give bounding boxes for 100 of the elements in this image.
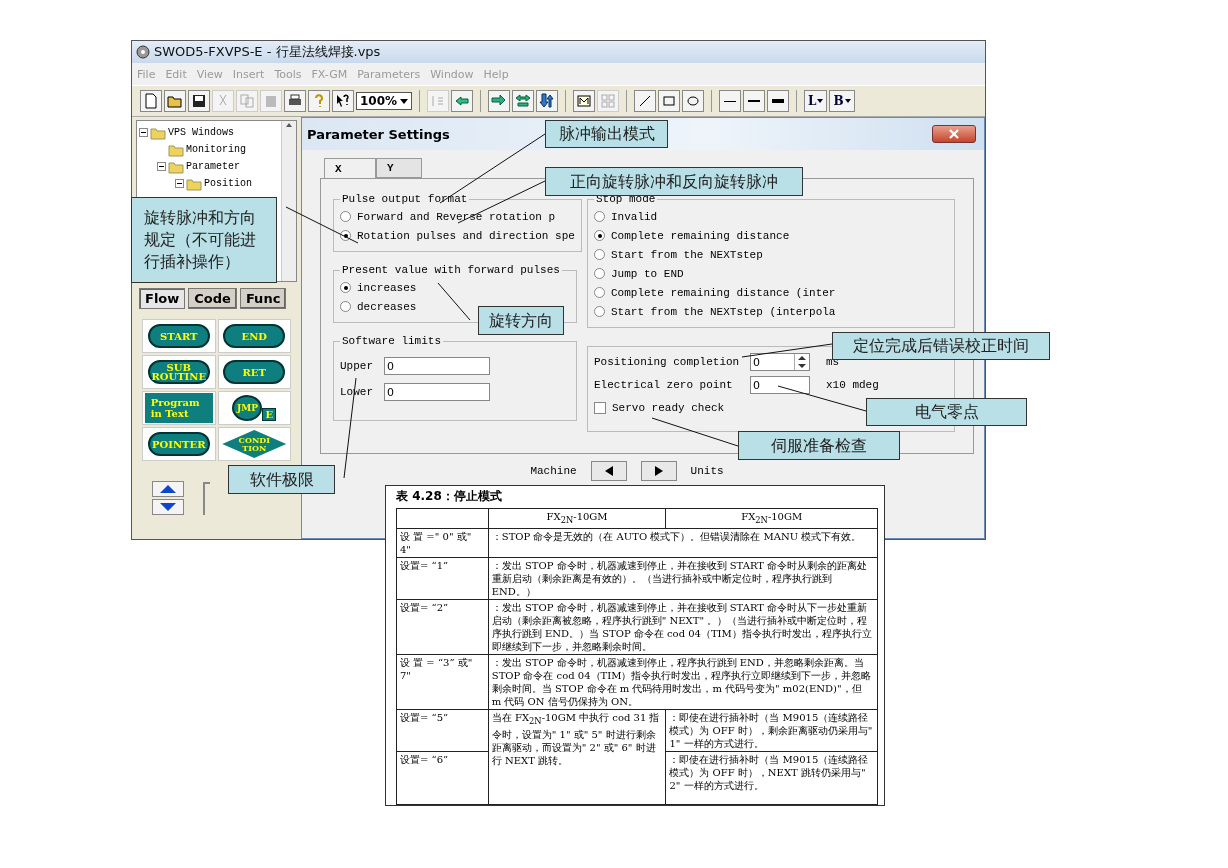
scroll-down-button[interactable] [152, 499, 184, 515]
tree-item[interactable]: Monitoring [186, 144, 246, 155]
paste-icon [263, 93, 279, 109]
folder-icon [150, 125, 166, 140]
line-tool-icon [637, 93, 653, 109]
toolbar-button[interactable] [767, 90, 789, 112]
axis-tab[interactable]: Y [376, 158, 422, 178]
previous-button[interactable] [590, 461, 627, 481]
collapse-icon[interactable] [157, 162, 166, 171]
toolbar-button[interactable] [536, 90, 558, 112]
flow-block[interactable]: END [223, 324, 286, 348]
fill-style-button[interactable]: B [829, 90, 855, 112]
toolbar-button[interactable] [284, 90, 306, 112]
callout-label: 脉冲输出模式 [545, 120, 668, 148]
table-cell: ：发出 STOP 命令时，机器减速到停止，并在接收到 START 命令时从下一步处重新启动（剩余距离被忽略，程序执行跳到" NEXT" 。）（当进行插补或中断定位时，程序执行跳到 END。）当 STOP 命令在 cod 04（TIM）指令执行时发出，程序执行立即继续到下一步，并忽略剩余时间。 [488, 599, 878, 655]
scroll-up-icon[interactable] [285, 121, 293, 129]
context-help-icon [335, 93, 351, 109]
monitor-icon [576, 93, 592, 109]
table-cell: 当在 FX$_{2N}$-10GM 中执行 cod 31 指令时，设置为" 1" 或" 5" 时进行剩余距离驱动，而设置为" 2" 或" 6" 时进行 NEXT 跳转。 [488, 709, 666, 805]
caret-icon [817, 98, 824, 104]
folder-icon [168, 142, 184, 157]
radio-option[interactable]: Start from the NEXTstep [594, 245, 763, 264]
callout-label: 正向旋转脉冲和反向旋转脉冲 [545, 167, 803, 196]
table-cell: 设置= “2” [396, 599, 489, 655]
table-header: FX$_{2N}$-10GM [665, 508, 878, 529]
toolbar-button[interactable] [332, 90, 354, 112]
leader-line [437, 282, 471, 321]
flow-block[interactable]: POINTER [147, 432, 210, 456]
flow-block[interactable]: START [147, 324, 210, 348]
checkbox-option[interactable]: Servo ready check [594, 398, 725, 417]
axis-tab[interactable]: X [324, 158, 376, 178]
group-label: Present value with forward pulses [341, 264, 561, 276]
field-label: Electrical zero point [594, 379, 734, 391]
app-icon [135, 44, 151, 60]
input-field[interactable]: 0 [384, 357, 490, 375]
flow-block[interactable]: Program in Text [144, 393, 213, 423]
zoom-dropdown[interactable]: 100% [356, 92, 412, 110]
radio-option[interactable]: Rotation pulses and direction spe [340, 226, 575, 245]
radio-option[interactable]: Start from the NEXTstep (interpola [594, 302, 836, 321]
radio-option[interactable]: Jump to END [594, 264, 684, 283]
window-title: SWOD5-FXVPS-E - 行星法线焊接.vps [154, 43, 381, 61]
field-label: Lower [340, 386, 374, 398]
group-label: Software limits [341, 335, 443, 347]
toolbar-button[interactable] [682, 90, 704, 112]
scrollbar[interactable] [281, 121, 296, 281]
palette-tab[interactable]: Code [188, 288, 237, 309]
close-button[interactable] [932, 125, 976, 143]
tree-item[interactable]: VPS Windows [168, 127, 234, 138]
flow-block[interactable]: CONDI TION [222, 430, 287, 458]
new-file-icon [143, 93, 159, 109]
medium-line-icon [748, 100, 760, 102]
toolbar-button[interactable] [719, 90, 741, 112]
callout-label: 伺服准备检查 [738, 431, 900, 460]
table-cell: 设置= “5” [396, 709, 489, 752]
radio-option[interactable]: decreases [340, 297, 417, 316]
toolbar-button[interactable] [743, 90, 765, 112]
radio-option[interactable]: Invalid [594, 207, 658, 226]
table-cell: ：发出 STOP 命令时，机器减速到停止，程序执行跳到 END，并忽略剩余距离。当 STOP 命令在 cod 04（TIM）指令执行时发出，程序执行立即继续到下一步，并忽略剩余时间。当 STOP 命令在 m 代码待用时发出，m 代码号变为" m02(END)"，但 m 代码 ON 信号仍保持为 ON。 [488, 654, 878, 710]
down-arrow-icon [158, 501, 178, 513]
tree-item[interactable]: Parameter [186, 161, 240, 172]
flow-block[interactable]: JMP [232, 395, 263, 421]
table-cell: 设 置 = “3” 或" 7" [396, 654, 489, 710]
callout-label: 定位完成后错误校正时间 [832, 332, 1050, 360]
footer-label: Units [690, 465, 724, 477]
input-field[interactable]: 0 [384, 383, 490, 401]
radio-option[interactable]: Complete remaining distance [594, 226, 790, 245]
collapse-icon[interactable] [139, 128, 148, 137]
transfer-both-icon [515, 93, 531, 109]
unit-label: x10 mdeg [826, 379, 879, 391]
callout-label: 电气零点 [866, 398, 1027, 426]
callout-label: 软件极限 [228, 465, 335, 494]
tree-item[interactable]: Position [204, 178, 252, 189]
ellipse-tool-icon [685, 93, 701, 109]
thin-line-icon [724, 100, 736, 102]
toolbar-button[interactable] [573, 90, 595, 112]
next-button[interactable] [640, 461, 677, 481]
toolbar-button[interactable] [188, 90, 210, 112]
footer-label: Machine [530, 465, 577, 477]
palette-tab[interactable]: Func [239, 288, 287, 309]
callout-label: 旋转脉冲和方向规定（不可能进行插补操作） [131, 197, 277, 283]
flow-block[interactable]: RET [223, 360, 286, 384]
palette-tab[interactable]: Flow [139, 288, 186, 309]
table-cell: ：即使在进行插补时（当 M9015（连续路径模式）为 OFF 时），剩余距离驱动仍采用与" 1" 一样的方式进行。 [665, 709, 878, 752]
table-cell: ：即使在进行插补时（当 M9015（连续路径模式）为 OFF 时），NEXT 跳转仍采用与" 2" 一样的方式进行。 [665, 751, 878, 805]
rectangle-tool-icon [661, 93, 677, 109]
table-cell: 设 置 =" 0" 或" 4" [396, 528, 489, 558]
folder-icon [186, 176, 202, 191]
input-field[interactable]: 0 [750, 376, 810, 394]
flow-badge: E [262, 408, 277, 421]
table-title: 表 4.28：停止模式 [396, 488, 503, 505]
radio-option[interactable]: increases [340, 278, 417, 297]
line-style-button[interactable]: L [804, 90, 828, 112]
spin-field[interactable]: 0 [750, 353, 810, 371]
radio-option[interactable]: Complete remaining distance (inter [594, 283, 836, 302]
field-label: Upper [340, 360, 374, 372]
table-cell: 设置= “6” [396, 751, 489, 805]
flow-block[interactable]: SUB ROUTINE [147, 360, 210, 384]
arrow-left-icon [454, 93, 470, 109]
scroll-up-button[interactable] [152, 481, 184, 497]
collapse-icon[interactable] [175, 179, 184, 188]
